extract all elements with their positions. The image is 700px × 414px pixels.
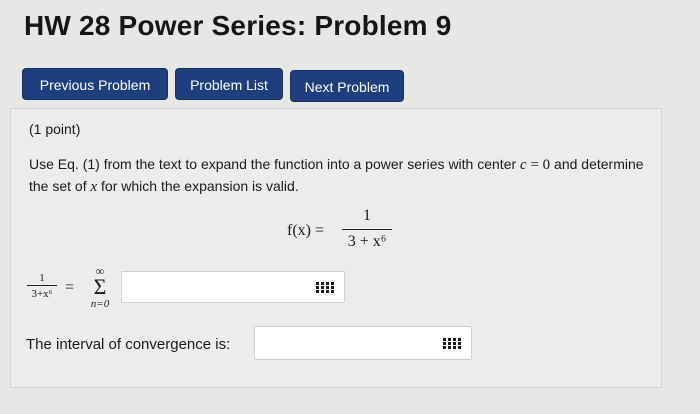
problem-list-button[interactable]: Problem List (175, 68, 283, 100)
previous-problem-button[interactable]: Previous Problem (22, 68, 168, 100)
summation-lower-limit: n=0 (90, 298, 110, 310)
summation: ∞ Σ n=0 (89, 265, 111, 310)
problem-panel: (1 point) Use Eq. (1) from the text to e… (10, 108, 662, 388)
center-value: = 0 (526, 157, 551, 173)
series-numerator: 1 (39, 272, 45, 284)
fraction-denominator: 3 + x⁶ (347, 233, 387, 250)
next-problem-button[interactable]: Next Problem (290, 70, 404, 102)
series-answer-input[interactable] (121, 271, 345, 303)
function-fraction: 1 3 + x⁶ (342, 207, 392, 251)
center-variable: c (520, 157, 527, 173)
page-title: HW 28 Power Series: Problem 9 (24, 10, 452, 41)
interval-answer-input[interactable] (254, 326, 472, 360)
interval-label: The interval of convergence is: (26, 336, 231, 353)
series-fraction-bar (27, 285, 57, 286)
series-denominator: 3+x⁶ (31, 288, 53, 300)
points-label: (1 point) (29, 121, 81, 137)
equation-editor-icon[interactable] (443, 338, 461, 350)
statement-text-3: for which the expansion is valid. (97, 178, 299, 194)
function-lhs: f(x) = (287, 222, 325, 239)
sigma-symbol: Σ (93, 274, 107, 299)
statement-text-1: Use Eq. (1) from the text to expand the … (29, 156, 521, 172)
fraction-numerator: 1 (363, 207, 371, 224)
series-equals: = (65, 279, 75, 296)
equation-editor-icon[interactable] (316, 282, 334, 294)
series-fraction: 1 3+x⁶ (27, 272, 57, 300)
fraction-bar (342, 229, 392, 230)
problem-statement: Use Eq. (1) from the text to expand the … (29, 154, 644, 198)
